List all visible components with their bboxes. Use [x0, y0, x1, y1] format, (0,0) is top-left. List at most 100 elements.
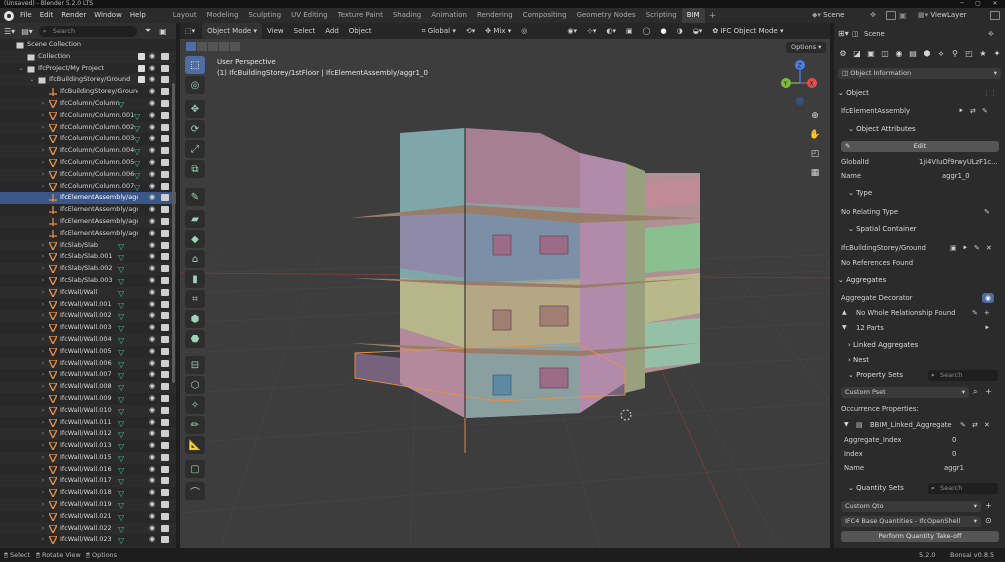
aggregates-section-header[interactable]: ⌄ Aggregates	[838, 274, 1001, 287]
pset-add-icon[interactable]: +	[985, 387, 992, 396]
select-new-icon[interactable]	[186, 42, 196, 51]
shading-solid-icon[interactable]: ●	[655, 23, 671, 39]
viewport-canvas[interactable]	[180, 23, 830, 548]
property-sets-header[interactable]: ⌄ Property Sets	[848, 369, 928, 382]
tab-animation[interactable]: Animation	[426, 8, 472, 23]
rotate-icon[interactable]: ⟳	[185, 120, 205, 138]
outliner-item[interactable]: › IfcColumn/Column.007 ▽ ◉	[0, 181, 176, 193]
outliner-item[interactable]: Scene Collection	[0, 39, 176, 51]
collection-checkbox[interactable]	[138, 76, 145, 84]
render-props-icon[interactable]: ◪	[852, 49, 862, 59]
outliner-item[interactable]: › IfcWall/Wall.004 ▽ ◉	[0, 333, 176, 346]
collection-checkbox[interactable]	[138, 52, 145, 60]
pencil-tool-icon[interactable]: ✏	[185, 416, 205, 434]
expand-arrow-icon[interactable]: ›	[39, 110, 47, 122]
tab-rendering[interactable]: Rendering	[472, 8, 518, 23]
tab-layout[interactable]: Layout	[168, 8, 202, 23]
visibility-eye-icon[interactable]: ◉	[149, 63, 155, 75]
outliner-item[interactable]: › IfcWall/Wall.003 ▽ ◉	[0, 322, 176, 334]
expand-arrow-icon[interactable]: ›	[39, 299, 47, 311]
outliner-item[interactable]: › IfcSlab/Slab.001 ▽ ◉	[0, 251, 176, 263]
whole-edit-icon[interactable]: ✎	[972, 307, 978, 319]
viewport-editor-icon[interactable]: ⬚▾	[180, 23, 200, 39]
constraints-props-icon[interactable]: ⚲	[950, 49, 960, 59]
expand-arrow-icon[interactable]: ›	[39, 251, 47, 263]
visibility-eye-icon[interactable]: ◉	[149, 145, 155, 157]
visibility-eye-icon[interactable]: ◉	[149, 204, 155, 216]
render-camera-icon[interactable]	[161, 265, 169, 273]
annotate-icon[interactable]: ✎	[185, 188, 205, 206]
outliner-item[interactable]: › IfcWall/Wall.010 ▽ ◉	[0, 404, 176, 417]
measure-grid-icon[interactable]: ⊟	[185, 356, 205, 374]
visibility-eye-icon[interactable]: ◉	[149, 534, 155, 546]
render-camera-icon[interactable]	[161, 123, 169, 131]
expand-arrow-icon[interactable]: ›	[39, 133, 47, 145]
render-camera-icon[interactable]	[161, 52, 169, 60]
cursor-icon[interactable]: ◎	[185, 76, 205, 94]
expand-arrow-icon[interactable]: ›	[39, 240, 47, 252]
render-camera-icon[interactable]	[161, 135, 169, 143]
render-camera-icon[interactable]	[161, 442, 169, 450]
render-camera-icon[interactable]	[161, 194, 169, 202]
render-camera-icon[interactable]	[161, 477, 169, 485]
box-tool-icon[interactable]: ▢	[185, 460, 205, 478]
close-icon[interactable]: ✕	[988, 0, 1002, 8]
outliner-item[interactable]: › IfcColumn/Column.005 ▽ ◉	[0, 157, 176, 169]
render-camera-icon[interactable]	[161, 430, 169, 438]
tab-texture-paint[interactable]: Texture Paint	[333, 8, 388, 23]
spatial-select-icon[interactable]: ▣	[950, 242, 956, 254]
render-camera-icon[interactable]	[161, 465, 169, 473]
data-props-icon[interactable]: ◰	[964, 49, 974, 59]
modifier-props-icon[interactable]: ⬢	[922, 49, 932, 59]
select-class-icon[interactable]: ⯈	[958, 105, 963, 117]
outliner-item[interactable]: › IfcWall/Wall.023 ▽ ◉	[0, 534, 176, 546]
custom-pset-dropdown[interactable]: Custom Pset ▾	[841, 387, 969, 398]
menu-window[interactable]: Window	[90, 8, 126, 23]
visibility-eye-icon[interactable]: ◉	[149, 475, 155, 487]
visibility-eye-icon[interactable]: ◉	[149, 523, 155, 535]
menu-edit[interactable]: Edit	[36, 8, 58, 23]
expand-arrow-icon[interactable]: ›	[39, 310, 47, 322]
add-object-icon[interactable]: ✧	[185, 396, 205, 414]
pset-row[interactable]: ▼ ▤ BBIM_Linked_Aggregate ✎ ⇄ ✕	[834, 419, 1005, 431]
delete-scene-icon[interactable]: ▣	[899, 11, 908, 20]
outliner-item[interactable]: › IfcWall/Wall.013 ▽ ◉	[0, 440, 176, 452]
render-camera-icon[interactable]	[161, 489, 169, 497]
scene-selector[interactable]: ◆▾ Scene ✥	[808, 9, 880, 21]
outliner-item[interactable]: Collection ◉	[0, 50, 176, 63]
door-tool-icon[interactable]: ⌂	[185, 250, 205, 268]
outliner-item[interactable]: › IfcSlab/Slab.003 ▽ ◉	[0, 275, 176, 287]
render-camera-icon[interactable]	[161, 276, 169, 284]
ifc-mode-selector[interactable]: ✿ IFC Object Mode ▾	[707, 23, 788, 39]
expand-arrow-icon[interactable]: ›	[39, 122, 47, 134]
minimize-icon[interactable]: ─	[955, 0, 969, 8]
expand-arrow-icon[interactable]: ›	[39, 157, 47, 169]
qto-refresh-icon[interactable]: ⊙	[985, 516, 992, 525]
curve-tool-icon[interactable]: ⌒	[185, 482, 205, 500]
visibility-eye-icon[interactable]: ◉	[149, 358, 155, 370]
tab-modeling[interactable]: Modeling	[202, 8, 244, 23]
outliner-item[interactable]: › IfcWall/Wall.009 ▽ ◉	[0, 393, 176, 405]
expand-arrow-icon[interactable]: ›	[39, 322, 47, 334]
render-camera-icon[interactable]	[161, 394, 169, 402]
world-props-icon[interactable]: ◉	[894, 49, 904, 59]
linked-aggregates-header[interactable]: › Linked Aggregates	[848, 339, 1005, 352]
render-camera-icon[interactable]	[161, 229, 169, 237]
render-camera-icon[interactable]	[161, 335, 169, 343]
render-camera-icon[interactable]	[161, 158, 169, 166]
visibility-eye-icon[interactable]: ◉	[149, 310, 155, 322]
wall-tool-icon[interactable]: ▰	[185, 210, 205, 228]
select-subtract-icon[interactable]	[208, 42, 218, 51]
outliner-search-input[interactable]: ⌕ Search	[38, 25, 137, 37]
editor-type-icon[interactable]: ☰▾	[4, 27, 15, 36]
parts-row[interactable]: ▼ 12 Parts ⯈	[834, 322, 1005, 334]
spatial-remove-icon[interactable]: ✕	[986, 242, 992, 254]
expand-arrow-icon[interactable]: ›	[39, 534, 47, 546]
visibility-eye-icon[interactable]: ◉	[149, 440, 155, 452]
view-layer-selector[interactable]: ▦▾ ViewLayer	[914, 9, 986, 21]
outliner-item[interactable]: › IfcWall/Wall.002 ▽ ◉	[0, 310, 176, 323]
outliner-item[interactable]: › IfcColumn/Column.006 ▽ ◉	[0, 168, 176, 181]
wall-front-top[interactable]	[465, 128, 580, 208]
render-camera-icon[interactable]	[161, 501, 169, 509]
render-camera-icon[interactable]	[161, 111, 169, 119]
